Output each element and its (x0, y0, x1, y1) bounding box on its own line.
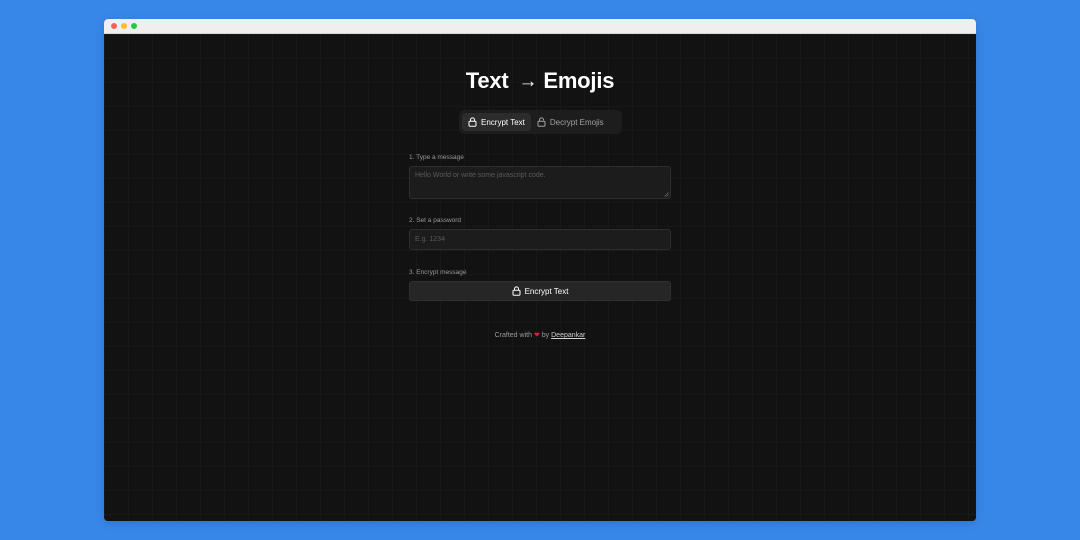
title-text-left: Text (465, 68, 509, 93)
unlock-icon (537, 117, 546, 127)
footer-prefix: Crafted with (494, 332, 532, 339)
window-titlebar (104, 19, 976, 34)
maximize-window-button[interactable] (131, 23, 137, 29)
footer-credit: Crafted with ❤ by Deepankar (104, 331, 976, 339)
browser-window: Text → Emojis Encrypt Text Decrypt Emoji… (104, 19, 976, 521)
encrypt-step-label: 3. Encrypt message (409, 269, 467, 276)
message-textarea[interactable] (409, 166, 671, 199)
arrow-right-icon: → (518, 71, 538, 92)
heart-icon: ❤ (533, 332, 540, 339)
password-field-label: 2. Set a password (409, 217, 462, 224)
page-title: Text → Emojis (104, 68, 976, 94)
title-text-right: Emojis (543, 68, 615, 93)
mode-tabs: Encrypt Text Decrypt Emojis (459, 110, 622, 134)
encrypt-text-button[interactable]: Encrypt Text (409, 281, 671, 301)
app-content: Text → Emojis Encrypt Text Decrypt Emoji… (104, 34, 976, 521)
lock-icon (512, 286, 521, 296)
footer-by: by (541, 332, 550, 339)
tab-encrypt-text[interactable]: Encrypt Text (462, 113, 531, 131)
tab-decrypt-emojis-label: Decrypt Emojis (549, 117, 604, 127)
encrypt-text-button-label: Encrypt Text (524, 286, 569, 296)
close-window-button[interactable] (111, 23, 117, 29)
password-input[interactable] (409, 229, 671, 250)
message-field-label: 1. Type a message (409, 154, 464, 161)
minimize-window-button[interactable] (121, 23, 127, 29)
author-link[interactable]: Deepankar (551, 332, 585, 339)
tab-encrypt-text-label: Encrypt Text (481, 117, 525, 127)
lock-icon (468, 117, 477, 127)
tab-decrypt-emojis[interactable]: Decrypt Emojis (531, 113, 610, 131)
